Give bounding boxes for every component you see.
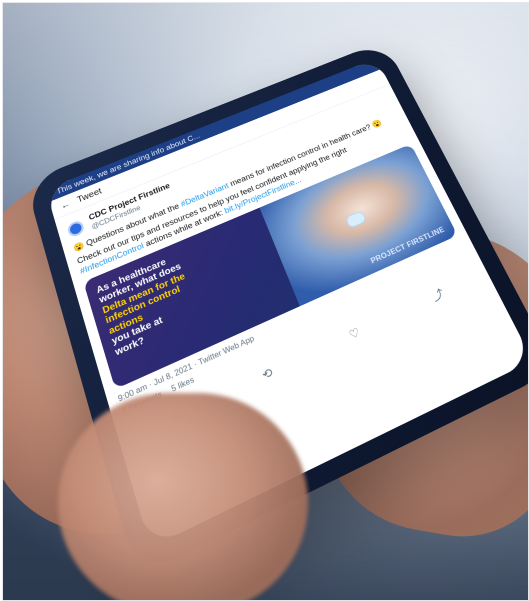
face-mask (345, 210, 368, 229)
retweet-icon[interactable]: ⟲ (253, 358, 282, 388)
share-icon[interactable]: ⤴ (424, 281, 453, 309)
foreground-hand (58, 393, 308, 600)
avatar[interactable] (66, 218, 85, 238)
background-photo: This week, we are sharing info about C..… (2, 2, 529, 601)
photo-frame: This week, we are sharing info about C..… (0, 0, 529, 601)
back-arrow-icon[interactable]: ← (60, 199, 72, 211)
like-icon[interactable]: ♡ (340, 319, 369, 348)
